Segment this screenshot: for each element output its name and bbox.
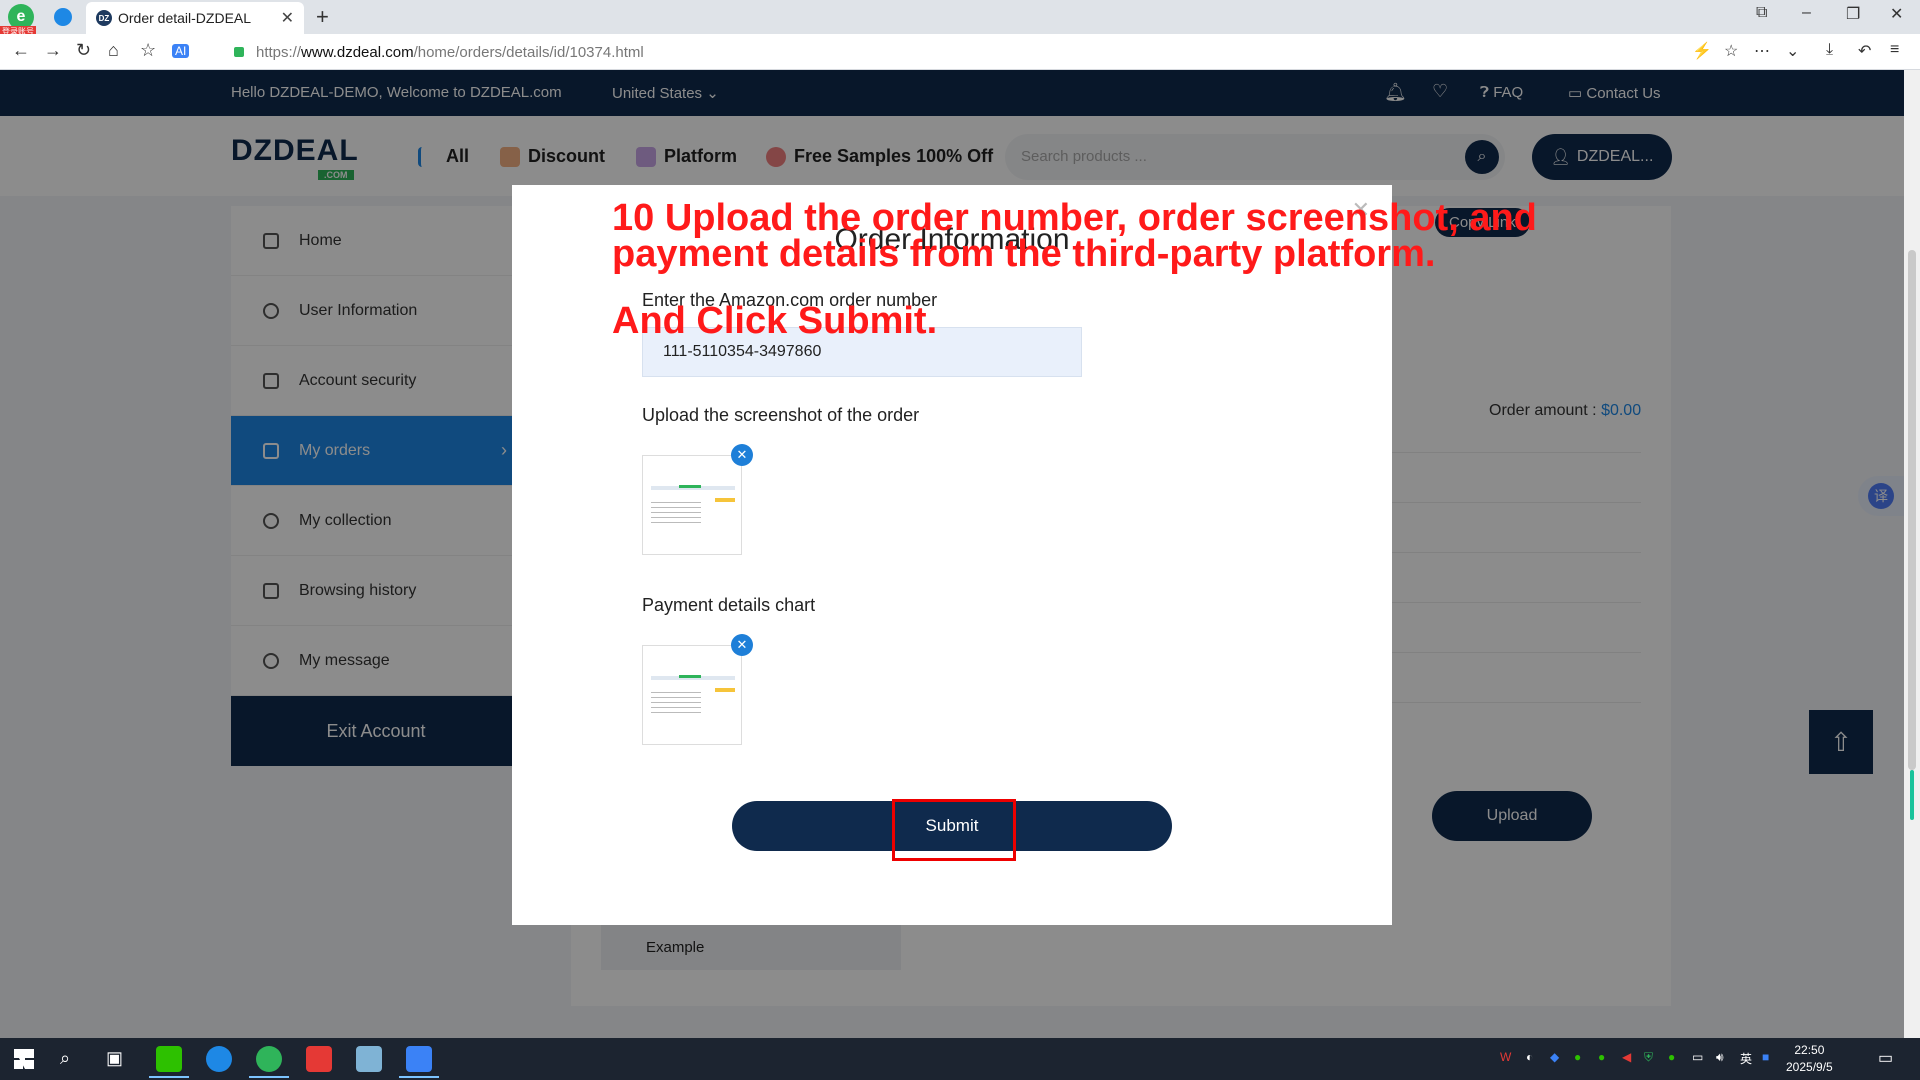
network-icon[interactable]: ▭	[1692, 1050, 1703, 1064]
undo-icon[interactable]: ↶	[1858, 41, 1871, 61]
windows-start-icon[interactable]	[14, 1049, 34, 1069]
back-icon[interactable]: ←	[12, 40, 30, 61]
url-path: /home/orders/details/id/10374.html	[413, 43, 644, 61]
submit-highlight-box	[892, 799, 1016, 861]
reload-icon[interactable]: ↻	[76, 40, 91, 61]
active-app-indicator	[149, 1076, 189, 1078]
pinned-tab-icon[interactable]	[54, 8, 72, 26]
tray-icon[interactable]: ◀	[1622, 1050, 1631, 1064]
active-app-indicator	[399, 1076, 439, 1078]
tray-icon[interactable]: ◆	[1550, 1050, 1559, 1064]
wps-tray-icon[interactable]: W	[1500, 1050, 1511, 1064]
wps-icon[interactable]	[306, 1046, 332, 1072]
scrollbar-thumb[interactable]	[1908, 250, 1916, 770]
chevron-down-icon[interactable]: ⌄	[1786, 41, 1799, 61]
clock-date: 2025/9/5	[1786, 1060, 1833, 1074]
order-screenshot-thumbnail[interactable]: ✕	[642, 444, 753, 555]
tab-close-icon[interactable]: ✕	[281, 8, 294, 28]
clock-time: 22:50	[1794, 1043, 1825, 1057]
thumbnail-preview	[679, 485, 701, 488]
tutorial-annotation-submit: And Click Submit.	[612, 300, 938, 342]
web-page: Hello DZDEAL-DEMO, Welcome to DZDEAL.com…	[0, 70, 1904, 1038]
order-information-modal: ✕ Order Information Enter the Amazon.com…	[512, 185, 1392, 925]
tutorial-annotation: 10 Upload the order number, order screen…	[612, 197, 1537, 275]
wechat-tray-icon[interactable]: ●	[1598, 1050, 1605, 1064]
tab-title: Order detail-DZDEAL	[118, 10, 252, 26]
payment-details-thumbnail[interactable]: ✕	[642, 634, 753, 745]
secure-lock-icon	[234, 47, 244, 57]
tray-icon[interactable]: ●	[1668, 1050, 1675, 1064]
notepad-icon[interactable]	[356, 1046, 382, 1072]
scroll-indicator	[1910, 770, 1914, 820]
thumbnail-preview	[679, 675, 701, 678]
page-scrollbar[interactable]	[1904, 70, 1920, 1038]
task-view-icon[interactable]: ▣	[106, 1048, 132, 1074]
tray-icon[interactable]: ◐	[1526, 1050, 1533, 1064]
wechat-tray-icon[interactable]: ●	[1574, 1050, 1581, 1064]
browser-icon[interactable]	[256, 1046, 282, 1072]
system-clock[interactable]: 22:50 2025/9/5	[1786, 1042, 1833, 1076]
thumbnail-preview	[651, 502, 701, 526]
notification-icon[interactable]: ▭	[1878, 1048, 1893, 1068]
url-scheme: https://	[256, 43, 302, 61]
pin-icon[interactable]: ⧉	[1756, 4, 1767, 22]
tab-order-detail[interactable]: DZ Order detail-DZDEAL ✕	[86, 2, 304, 34]
thumbnail-preview	[651, 692, 701, 716]
remove-image-icon[interactable]: ✕	[731, 634, 753, 656]
lightning-icon[interactable]: ⚡	[1692, 41, 1712, 61]
url-host: www.dzdeal.com	[301, 43, 414, 61]
new-tab-button[interactable]: +	[316, 4, 329, 30]
dzdeal-favicon-icon: DZ	[96, 10, 112, 26]
volume-icon[interactable]: 🔊︎	[1716, 1050, 1724, 1065]
forward-icon[interactable]: →	[44, 40, 62, 61]
search-icon[interactable]: ⌕	[60, 1048, 86, 1074]
tray-icon[interactable]: ■	[1762, 1050, 1769, 1064]
thumbnail-preview	[715, 498, 735, 502]
photos-icon[interactable]	[406, 1046, 432, 1072]
favorites-icon[interactable]: ☆	[140, 40, 156, 61]
minimize-button[interactable]: –	[1802, 4, 1811, 22]
menu-icon[interactable]: ≡	[1890, 41, 1899, 59]
close-window-button[interactable]: ✕	[1890, 4, 1903, 24]
restore-button[interactable]: ❐	[1846, 4, 1860, 24]
remove-image-icon[interactable]: ✕	[731, 444, 753, 466]
windows-taskbar: ⌕ ▣ W ◐ ◆ ● ● ◀ ⛨ ● ▭ 🔊︎ 英 ■ 22:50 2025/…	[0, 1038, 1920, 1080]
payment-label: Payment details chart	[642, 595, 816, 615]
wechat-icon[interactable]	[156, 1046, 182, 1072]
app-icon[interactable]	[206, 1046, 232, 1072]
url-field[interactable]: https:// www.dzdeal.com /home/orders/det…	[210, 38, 1680, 66]
thumbnail-preview	[715, 688, 735, 692]
download-icon[interactable]: ⤓	[1826, 41, 1833, 59]
active-app-indicator	[249, 1076, 289, 1078]
ai-icon[interactable]: AI	[172, 44, 190, 58]
shield-icon[interactable]: ⛨	[1644, 1050, 1653, 1065]
browser-tabbar: e 登录账号 DZ Order detail-DZDEAL ✕ + ⧉ – ❐ …	[0, 0, 1920, 37]
screenshot-label: Upload the screenshot of the order	[642, 405, 920, 425]
bookmark-star-icon[interactable]: ☆	[1724, 41, 1738, 61]
home-icon[interactable]: ⌂	[108, 40, 119, 61]
ime-indicator[interactable]: 英	[1740, 1050, 1752, 1067]
address-bar: ← → ↻ ⌂ ☆ AI https:// www.dzdeal.com /ho…	[0, 34, 1920, 70]
more-icon[interactable]: ⋯	[1754, 41, 1770, 61]
